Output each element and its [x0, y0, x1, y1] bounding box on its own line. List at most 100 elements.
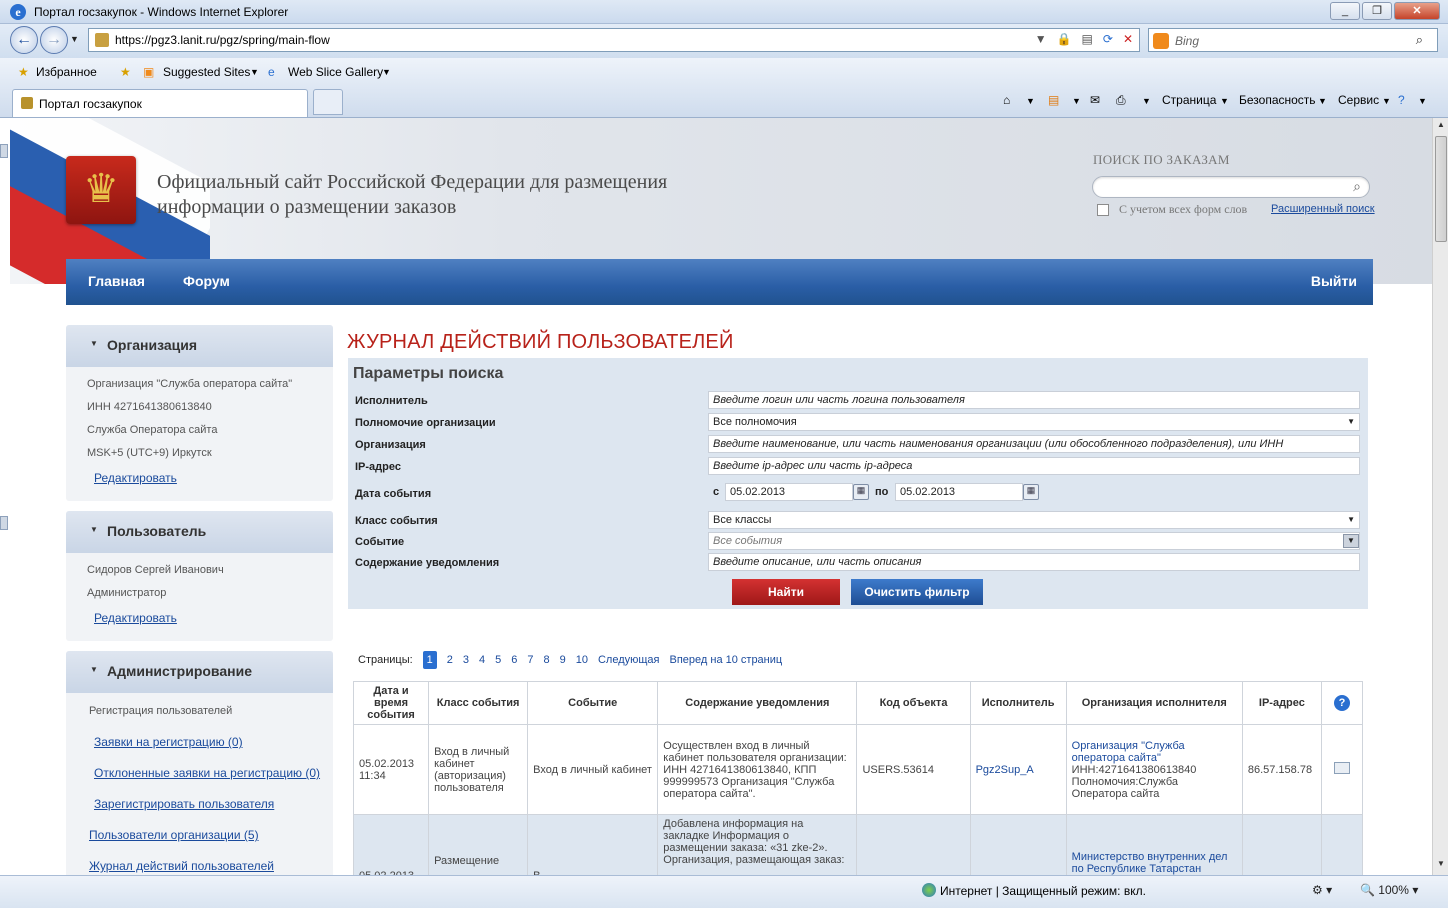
print-dropdown-icon[interactable]: ▼: [1142, 96, 1151, 106]
page-scrollbar[interactable]: ▲ ▼: [1432, 118, 1448, 875]
nav-forum[interactable]: Форум: [183, 273, 230, 289]
security-settings-icon[interactable]: ⚙ ▾: [1312, 883, 1332, 897]
scroll-down-icon[interactable]: ▼: [1435, 859, 1447, 873]
nav-home[interactable]: Главная: [88, 273, 145, 289]
search-box[interactable]: Bing ⌕: [1148, 28, 1438, 52]
date-to-input[interactable]: 05.02.2013: [895, 483, 1023, 501]
home-icon[interactable]: ⌂: [1003, 93, 1010, 107]
web-slice-gallery-link[interactable]: Web Slice Gallery: [288, 65, 383, 79]
register-user-link[interactable]: Зарегистрировать пользователя: [94, 797, 274, 811]
page-link[interactable]: 5: [495, 654, 501, 666]
order-search-input[interactable]: ⌕: [1092, 176, 1370, 198]
executor-input[interactable]: Введите логин или часть логина пользоват…: [708, 391, 1360, 409]
suggested-sites-dropdown-icon[interactable]: ▼: [250, 67, 259, 77]
nav-logout[interactable]: Выйти: [1311, 273, 1357, 289]
date-from-input[interactable]: 05.02.2013: [725, 483, 853, 501]
maximize-button[interactable]: ❐: [1362, 2, 1392, 20]
zoom-level[interactable]: 🔍 100% ▾: [1360, 883, 1418, 897]
page-link[interactable]: 3: [463, 654, 469, 666]
page-link-current[interactable]: 1: [422, 651, 437, 669]
advanced-search-link[interactable]: Расширенный поиск: [1271, 203, 1375, 215]
page-link[interactable]: 7: [527, 654, 533, 666]
rejected-requests-link[interactable]: Отклоненные заявки на регистрацию (0): [94, 766, 320, 780]
page-link[interactable]: 10: [576, 654, 588, 666]
chevron-down-icon[interactable]: ▼: [1343, 534, 1359, 548]
org-edit-link[interactable]: Редактировать: [94, 471, 177, 485]
address-bar[interactable]: https://pgz3.lanit.ru/pgz/spring/main-fl…: [88, 28, 1140, 52]
mail-icon[interactable]: ✉: [1090, 93, 1100, 107]
safety-menu[interactable]: Безопасность: [1239, 93, 1316, 107]
help-icon[interactable]: ?: [1333, 695, 1350, 711]
page-link[interactable]: 9: [560, 654, 566, 666]
calendar-icon[interactable]: ▦: [853, 484, 869, 500]
address-dropdown-icon[interactable]: ▼: [1035, 32, 1047, 46]
print-icon[interactable]: ⎙: [1116, 93, 1126, 108]
col-content[interactable]: Содержание уведомления: [657, 681, 858, 725]
lock-icon[interactable]: 🔒: [1057, 32, 1072, 46]
tools-menu[interactable]: Сервис: [1338, 93, 1379, 107]
page-link[interactable]: 6: [511, 654, 517, 666]
new-tab-button[interactable]: [313, 89, 343, 115]
page-link[interactable]: 8: [543, 654, 549, 666]
close-window-button[interactable]: ✕: [1394, 2, 1440, 20]
user-edit-link[interactable]: Редактировать: [94, 611, 177, 625]
user-panel-header[interactable]: ▼ Пользователь: [66, 511, 333, 553]
refresh-icon[interactable]: ⟳: [1103, 32, 1113, 46]
col-ip[interactable]: IP-адрес: [1241, 681, 1322, 725]
coat-of-arms-icon[interactable]: ♛: [66, 156, 136, 224]
search-icon[interactable]: ⌕: [1416, 32, 1423, 48]
forward-button[interactable]: →: [40, 26, 68, 54]
tab-current[interactable]: Портал госзакупок: [12, 89, 308, 117]
recent-pages-dropdown[interactable]: ▼: [70, 34, 79, 44]
minimize-button[interactable]: _: [1330, 2, 1360, 20]
content-input[interactable]: Введите описание, или часть описания: [708, 553, 1360, 571]
scroll-up-icon[interactable]: ▲: [1435, 120, 1447, 134]
web-slice-icon: e: [268, 65, 275, 79]
admin-panel-header[interactable]: ▼ Администрирование: [66, 651, 333, 693]
registration-requests-link[interactable]: Заявки на регистрацию (0): [94, 735, 243, 749]
help-dropdown-icon[interactable]: ▼: [1418, 96, 1427, 106]
org-users-link[interactable]: Пользователи организации (5): [89, 828, 259, 842]
web-slice-dropdown-icon[interactable]: ▼: [382, 67, 391, 77]
suggested-sites-link[interactable]: Suggested Sites: [163, 65, 250, 79]
calendar-icon[interactable]: ▦: [1023, 484, 1039, 500]
back-button[interactable]: ←: [10, 26, 38, 54]
col-executor-org[interactable]: Организация исполнителя: [1065, 681, 1243, 725]
stop-icon[interactable]: ✕: [1123, 32, 1133, 46]
compatibility-icon[interactable]: ▤: [1082, 32, 1093, 46]
forward-10-pages-link[interactable]: Вперед на 10 страниц: [669, 654, 782, 666]
page-link[interactable]: 4: [479, 654, 485, 666]
favorites-button[interactable]: Избранное: [36, 65, 97, 79]
search-icon[interactable]: ⌕: [1353, 178, 1361, 195]
col-object-code[interactable]: Код объекта: [856, 681, 971, 725]
envelope-icon[interactable]: [1333, 762, 1350, 774]
executor-org-link[interactable]: Организация "Служба оператора сайта": [1072, 740, 1237, 764]
event-class-select[interactable]: Все классы ▼: [708, 511, 1360, 529]
favorites-star-icon[interactable]: ★: [18, 65, 29, 79]
find-button[interactable]: Найти: [732, 579, 840, 605]
page-link[interactable]: 2: [447, 654, 453, 666]
col-event-class[interactable]: Класс события: [428, 681, 529, 725]
all-word-forms-checkbox[interactable]: [1097, 204, 1109, 216]
home-dropdown-icon[interactable]: ▼: [1026, 96, 1035, 106]
executor-link[interactable]: Pgz2Sup_A: [976, 764, 1034, 776]
clear-filter-button[interactable]: Очистить фильтр: [851, 579, 983, 605]
feeds-dropdown-icon[interactable]: ▼: [1072, 96, 1081, 106]
zone-status[interactable]: Интернет | Защищенный режим: вкл.: [940, 884, 1146, 898]
add-favorite-icon[interactable]: ★: [120, 65, 131, 79]
event-combobox[interactable]: Все события ▼: [708, 532, 1360, 550]
next-page-link[interactable]: Следующая: [598, 654, 660, 666]
ip-input[interactable]: Введите ip-адрес или часть ip-адреса: [708, 457, 1360, 475]
help-icon[interactable]: ?: [1398, 93, 1405, 107]
authority-select[interactable]: Все полномочия ▼: [708, 413, 1360, 431]
page-menu[interactable]: Страница: [1162, 93, 1216, 107]
scrollbar-thumb[interactable]: [1435, 136, 1447, 242]
col-datetime[interactable]: Дата и время события: [352, 681, 430, 725]
feeds-icon[interactable]: ▤: [1048, 93, 1059, 107]
organization-input[interactable]: Введите наименование, или часть наименов…: [708, 435, 1360, 453]
col-executor[interactable]: Исполнитель: [969, 681, 1067, 725]
organization-panel-header[interactable]: ▼ Организация: [66, 325, 333, 367]
col-event[interactable]: Событие: [527, 681, 659, 725]
user-actions-log-link[interactable]: Журнал действий пользователей: [89, 859, 274, 873]
executor-org-link[interactable]: Министерство внутренних дел по Республик…: [1072, 851, 1228, 875]
